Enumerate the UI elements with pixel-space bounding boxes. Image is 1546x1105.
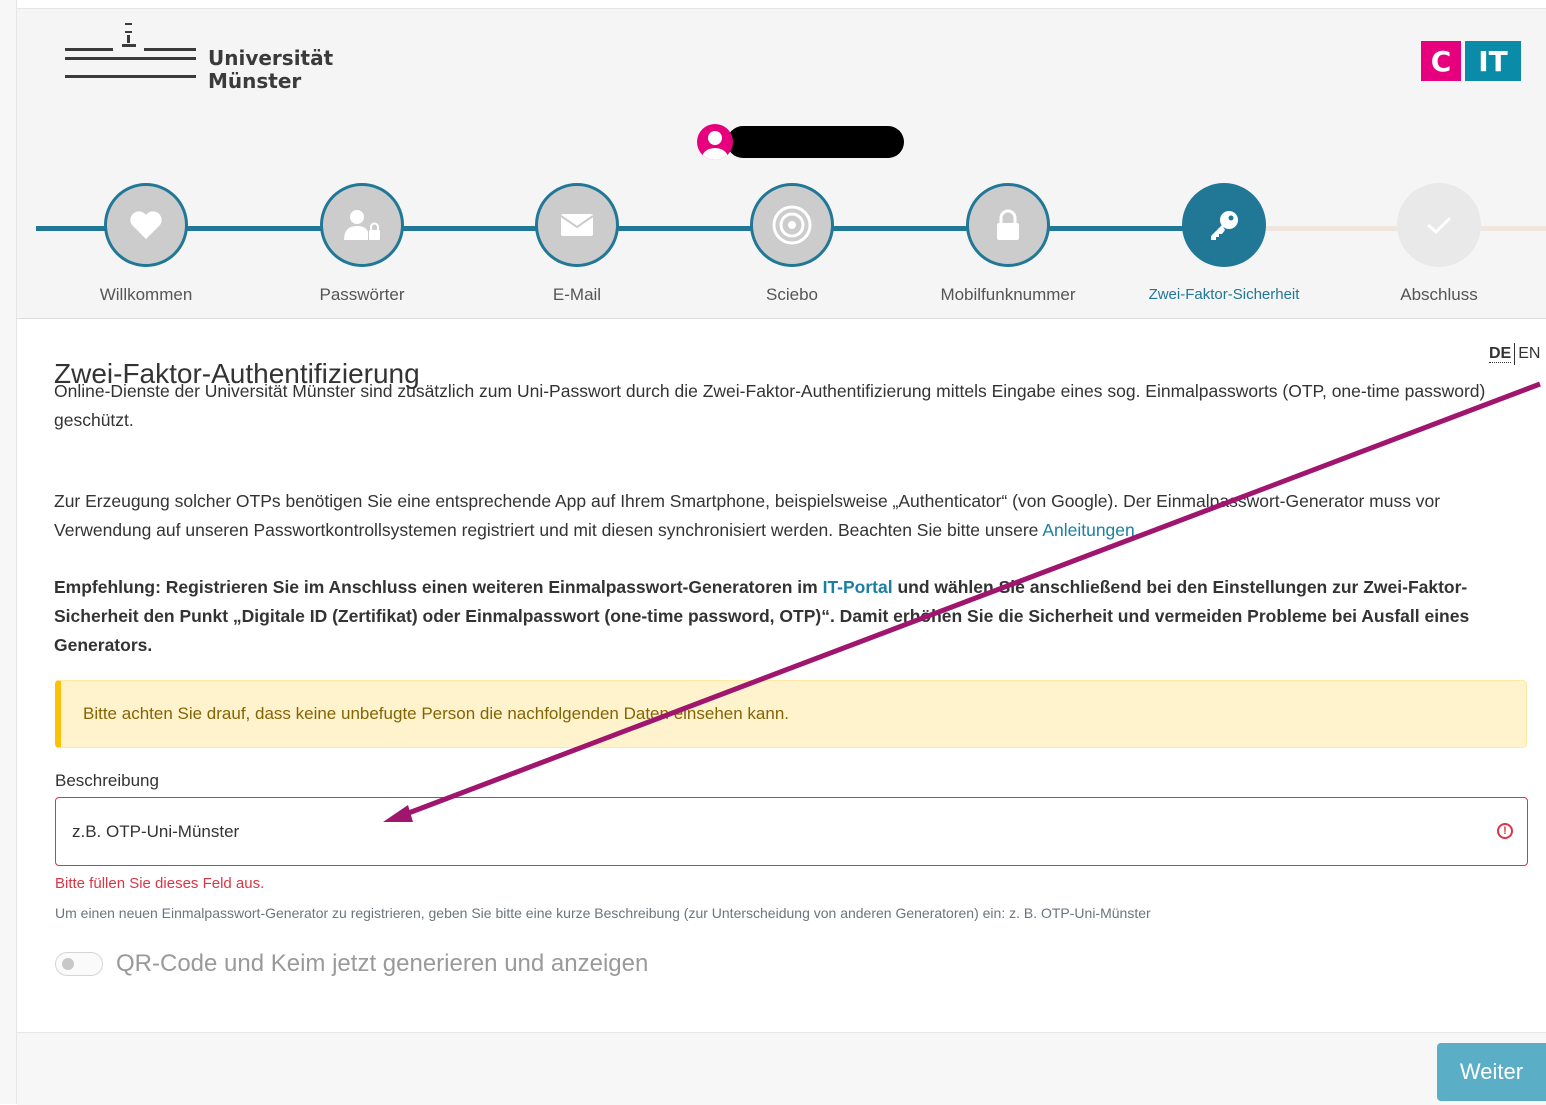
lang-separator	[1514, 343, 1516, 365]
university-name: Universität Münster	[208, 47, 333, 93]
university-logo-mark	[65, 23, 196, 78]
cit-logo-it: IT	[1465, 41, 1521, 81]
language-switcher: DE EN	[1489, 343, 1540, 365]
toggle-knob	[62, 958, 74, 970]
university-name-line1: Universität	[208, 46, 334, 70]
warning-alert-text: Bitte achten Sie drauf, dass keine unbef…	[83, 704, 790, 723]
university-logo[interactable]: Universität Münster	[65, 17, 345, 97]
user-lock-icon	[344, 210, 380, 240]
page-footer	[17, 1032, 1546, 1105]
lang-en[interactable]: EN	[1518, 345, 1540, 362]
user-avatar-icon	[697, 124, 733, 160]
progress-line-remaining	[1223, 226, 1546, 231]
step-circle	[535, 183, 619, 267]
intro-paragraph: Online-Dienste der Universität Münster s…	[54, 381, 1486, 430]
warning-alert: Bitte achten Sie drauf, dass keine unbef…	[55, 680, 1527, 748]
university-name-line2: Münster	[208, 69, 302, 93]
browser-left-edge	[0, 0, 17, 1104]
heart-icon	[130, 211, 162, 239]
step-label: E-Mail	[552, 285, 602, 304]
field-help-text: Um einen neuen Einmalpasswort-Generator …	[55, 905, 1151, 921]
step-label: Willkommen	[99, 285, 193, 304]
error-icon: !	[1497, 823, 1513, 839]
step-label: Mobilfunknummer	[940, 285, 1076, 304]
cit-logo[interactable]: C IT	[1421, 41, 1521, 81]
redacted-username	[727, 126, 904, 158]
check-icon	[1427, 216, 1452, 235]
qr-code-toggle-label[interactable]: QR-Code und Keim jetzt generieren und an…	[116, 950, 648, 978]
weiter-button[interactable]: Weiter	[1437, 1043, 1546, 1101]
page-header: Universität Münster C IT	[17, 9, 1546, 319]
beschreibung-label: Beschreibung	[55, 771, 159, 790]
step-circle	[104, 183, 188, 267]
otp-info-paragraph: Zur Erzeugung solcher OTPs benötigen Sie…	[54, 487, 1504, 545]
beschreibung-input[interactable]	[55, 797, 1528, 866]
field-error-message: Bitte füllen Sie dieses Feld aus.	[55, 875, 265, 892]
step-circle	[1397, 183, 1481, 267]
browser-top-edge	[0, 0, 1546, 9]
lang-de[interactable]: DE	[1489, 345, 1512, 364]
qr-code-toggle[interactable]	[55, 952, 103, 976]
step-label: Zwei-Faktor-Sicherheit	[1148, 286, 1300, 303]
otp-info-text: Zur Erzeugung solcher OTPs benötigen Sie…	[54, 491, 1441, 540]
envelope-icon	[560, 214, 594, 236]
otp-info-end: .	[1134, 520, 1140, 540]
recommendation-paragraph: Empfehlung: Registrieren Sie im Anschlus…	[54, 573, 1504, 660]
step-circle	[966, 183, 1050, 267]
step-circle	[320, 183, 404, 267]
it-portal-link[interactable]: IT-Portal	[823, 577, 893, 597]
key-icon	[1211, 211, 1238, 240]
user-info	[697, 124, 904, 160]
lock-icon	[997, 209, 1019, 240]
step-label: Sciebo	[766, 285, 818, 304]
anleitungen-link[interactable]: Anleitungen	[1042, 520, 1134, 540]
step-circle-active	[1182, 183, 1266, 267]
cit-logo-c: C	[1421, 41, 1461, 81]
step-circle	[750, 183, 834, 267]
step-label: Passwörter	[319, 285, 405, 304]
step-label: Abschluss	[1400, 285, 1478, 304]
sciebo-icon	[772, 205, 812, 245]
recommendation-text-before: Empfehlung: Registrieren Sie im Anschlus…	[54, 577, 823, 597]
